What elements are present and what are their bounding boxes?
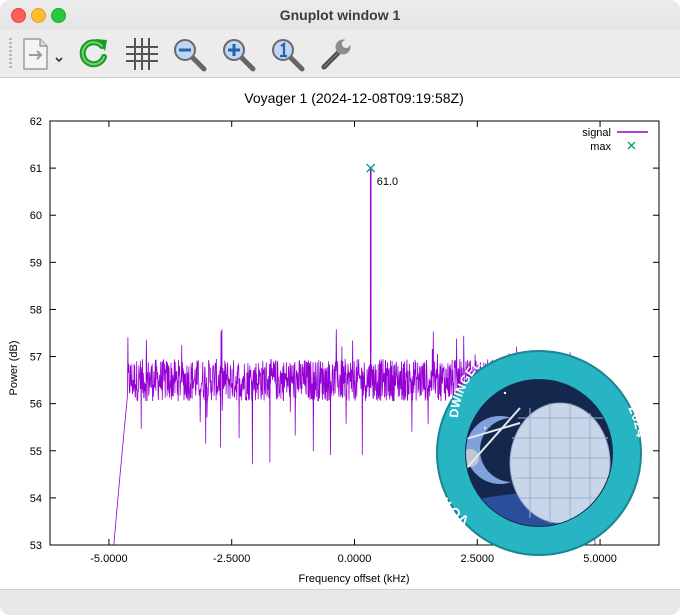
title-bar[interactable]: Gnuplot window 1 xyxy=(0,0,680,30)
y-tick-label: 62 xyxy=(30,116,42,128)
zoom-in-icon xyxy=(223,39,256,72)
config-button[interactable] xyxy=(317,35,357,73)
gnuplot-window: Gnuplot window 1 Voyager 1 (2024-12-08T0… xyxy=(0,0,680,615)
y-tick-label: 61 xyxy=(30,163,42,175)
x-tick-label: 0.0000 xyxy=(338,553,372,565)
x-axis-label: Frequency offset (kHz) xyxy=(298,573,409,585)
legend-max-label: max xyxy=(590,141,611,153)
refresh-icon xyxy=(79,39,107,68)
y-tick-label: 53 xyxy=(30,540,42,552)
grid-icon xyxy=(126,38,158,70)
toolbar xyxy=(0,30,680,78)
x-tick-label: -2.5000 xyxy=(213,553,250,565)
zoom-out-icon xyxy=(174,39,207,72)
y-axis-label: Power (dB) xyxy=(8,340,20,395)
zoom-prev-button[interactable] xyxy=(170,35,210,73)
y-tick-label: 54 xyxy=(30,493,42,505)
export-document-icon xyxy=(23,38,63,70)
replot-button[interactable] xyxy=(73,35,113,73)
y-tick-label: 56 xyxy=(30,399,42,411)
grid-button[interactable] xyxy=(122,35,162,73)
x-tick-label: 5.0000 xyxy=(583,553,617,565)
plot-canvas[interactable]: Voyager 1 (2024-12-08T09:19:58Z) 53 54 55 5… xyxy=(0,78,680,589)
plot-title: Voyager 1 (2024-12-08T09:19:58Z) xyxy=(244,90,463,106)
legend-signal-label: signal xyxy=(582,127,611,139)
export-button[interactable] xyxy=(18,35,68,73)
window-title: Gnuplot window 1 xyxy=(279,7,401,23)
wrench-icon xyxy=(321,39,351,70)
x-tick-label: -5.0000 xyxy=(90,553,127,565)
y-tick-label: 55 xyxy=(30,446,42,458)
spectrum-plot[interactable]: Voyager 1 (2024-12-08T09:19:58Z) 53 54 55 5… xyxy=(0,78,680,589)
toolbar-grip xyxy=(9,38,12,70)
y-tick-label: 60 xyxy=(30,210,42,222)
y-tick-label: 58 xyxy=(30,304,42,316)
max-value-label: 61.0 xyxy=(377,176,398,188)
zoom-next-button[interactable] xyxy=(219,35,259,73)
x-tick-label: 2.5000 xyxy=(460,553,494,565)
y-tick-label: 59 xyxy=(30,257,42,269)
zoom-reset-icon xyxy=(272,39,305,72)
y-tick-label: 57 xyxy=(30,352,42,364)
status-bar xyxy=(0,589,680,615)
autoscale-button[interactable] xyxy=(268,35,308,73)
